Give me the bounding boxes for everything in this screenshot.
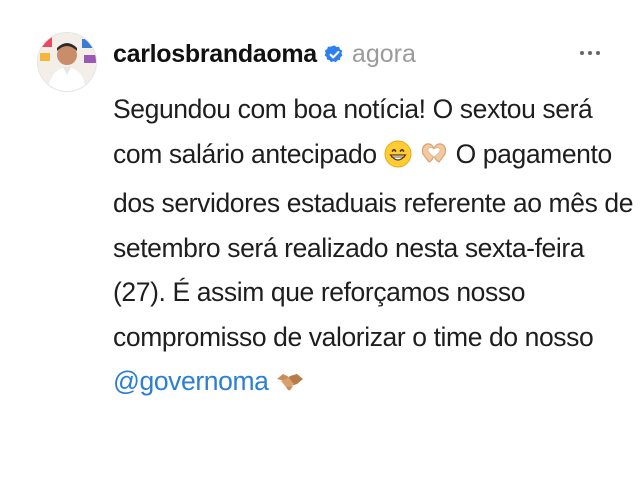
post-text-segment: O pagamento	[455, 138, 613, 169]
post-header: carlosbrandaoma agora	[113, 36, 416, 72]
post-text-segment: com salário antecipado	[113, 138, 377, 169]
post-text-line: dos servidores estaduais referente ao mê…	[113, 188, 634, 218]
avatar[interactable]	[38, 33, 96, 91]
timestamp: agora	[351, 39, 416, 68]
post-text-line: (27). É assim que reforçamos nosso	[113, 277, 526, 307]
post-text-line: com salário antecipado O pagamento	[113, 132, 613, 182]
post-text: Segundou com boa notícia! O sextou será …	[113, 87, 634, 409]
post-text-line: setembro será realizado nesta sexta-feir…	[113, 232, 585, 263]
verified-badge-icon	[324, 44, 345, 65]
username[interactable]: carlosbrandaoma	[113, 40, 317, 69]
post-text-line: compromisso de valorizar o time do nosso	[113, 321, 594, 352]
post-text-line: @governoma	[113, 359, 613, 409]
post-text-line: Segundou com boa notícia! O sextou será	[113, 94, 593, 124]
heart-hands-icon	[419, 137, 449, 182]
grinning-face-icon	[384, 137, 412, 182]
post-card: carlosbrandaoma agora Segundou com boa n…	[0, 0, 640, 480]
handshake-icon	[275, 364, 305, 409]
more-options-icon[interactable]	[580, 43, 600, 63]
mention-link[interactable]: @governoma	[113, 366, 269, 396]
